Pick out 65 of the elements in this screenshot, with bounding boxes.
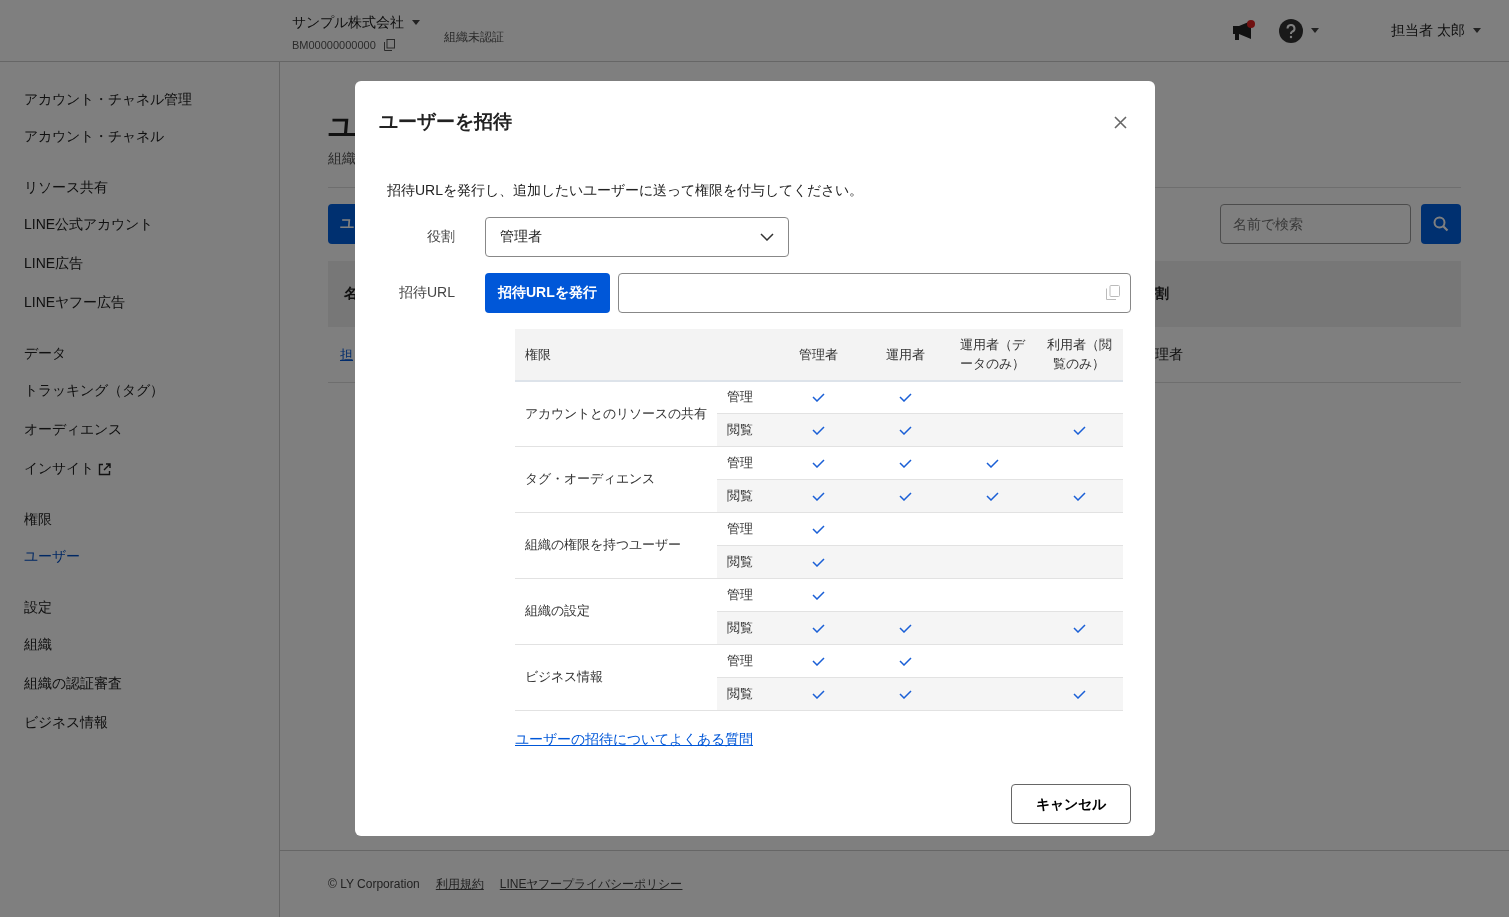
column-header: 運用者（データのみ）	[948, 328, 1036, 381]
column-header: 割	[1155, 284, 1170, 304]
copyright: © LY Corporation	[328, 876, 420, 893]
access-level: 管理	[717, 578, 776, 612]
megaphone-icon[interactable]	[1231, 19, 1256, 42]
table-cell-text: 理者	[1155, 344, 1184, 364]
column-header: 運用者	[862, 328, 949, 381]
caret-icon	[1311, 28, 1320, 33]
dialog-title: ユーザーを招待	[379, 111, 512, 134]
sidebar-item[interactable]: トラッキング（タグ）	[24, 371, 279, 410]
company-name[interactable]: サンプル株式会社	[292, 11, 404, 33]
sidebar-heading: アカウント・チャネル管理	[24, 90, 193, 109]
footer-link[interactable]: 利用規約	[435, 875, 484, 893]
sidebar-item[interactable]: LINE広告	[24, 244, 279, 283]
search-field[interactable]: 名前で検索	[1220, 203, 1411, 244]
access-level: 閲覧	[717, 545, 776, 579]
issue-url-button[interactable]: 招待URLを発行	[485, 272, 610, 313]
search-icon	[1433, 216, 1449, 233]
user-name[interactable]: 担当者 太郎	[1391, 20, 1465, 41]
sidebar-heading: 設定	[24, 598, 53, 617]
sidebar-heading: 権限	[24, 510, 53, 529]
sidebar-item[interactable]: 組織の認証審査	[24, 664, 279, 703]
sidebar-heading: データ	[24, 344, 67, 363]
invite-url-field[interactable]	[617, 272, 1131, 313]
business-id: BM00000000000	[292, 37, 376, 53]
access-level: 管理	[717, 512, 776, 546]
caret-icon	[1473, 28, 1481, 33]
access-level: 閲覧	[717, 677, 776, 711]
chevron-down-icon	[760, 232, 774, 241]
access-level: 管理	[717, 644, 776, 678]
copy-icon	[383, 39, 395, 51]
page-subtitle: 組織	[328, 148, 357, 168]
column-header: 管理者	[775, 328, 863, 381]
page-title: ユ	[328, 110, 357, 144]
access-level: 閲覧	[717, 479, 776, 513]
role-select[interactable]: 管理者	[485, 216, 789, 257]
search-button[interactable]	[1421, 203, 1461, 244]
access-level: 閲覧	[717, 611, 776, 645]
field-label: 役割	[426, 227, 456, 247]
sidebar-item[interactable]: ユーザー	[24, 537, 279, 576]
dialog-description: 招待URLを発行し、追加したいユーザーに送って権限を付与してください。	[387, 180, 864, 200]
verification-status: 組織未認証	[444, 28, 504, 46]
sidebar-item[interactable]: LINE公式アカウント	[24, 205, 279, 244]
sidebar-item[interactable]: インサイト	[24, 449, 279, 488]
user-link[interactable]: 担	[340, 346, 353, 362]
sidebar-item[interactable]: ビジネス情報	[24, 703, 279, 742]
field-label: 招待URL	[398, 283, 456, 303]
access-level: 管理	[717, 380, 776, 414]
sidebar-item[interactable]: アカウント・チャネル	[24, 117, 279, 156]
close-icon	[1114, 115, 1127, 129]
access-level: 閲覧	[717, 413, 776, 447]
copy-icon[interactable]	[1106, 285, 1120, 301]
help-icon	[1279, 18, 1304, 43]
sidebar-heading: リソース共有	[24, 178, 109, 197]
external-link-icon	[97, 462, 111, 476]
footer-link[interactable]: LINEヤフープライバシーポリシー	[499, 875, 683, 893]
sidebar-item[interactable]: オーディエンス	[24, 410, 279, 449]
column-header: 権限	[515, 328, 776, 381]
column-header: 利用者（閲覧のみ）	[1035, 328, 1123, 381]
faq-link[interactable]: ユーザーの招待についてよくある質問	[515, 731, 753, 748]
access-level: 管理	[717, 446, 776, 480]
cancel-button[interactable]: キャンセル	[1011, 784, 1131, 825]
caret-icon	[412, 19, 420, 25]
sidebar-item[interactable]: 組織	[24, 625, 279, 664]
sidebar-item[interactable]: LINEヤフー広告	[24, 283, 279, 322]
